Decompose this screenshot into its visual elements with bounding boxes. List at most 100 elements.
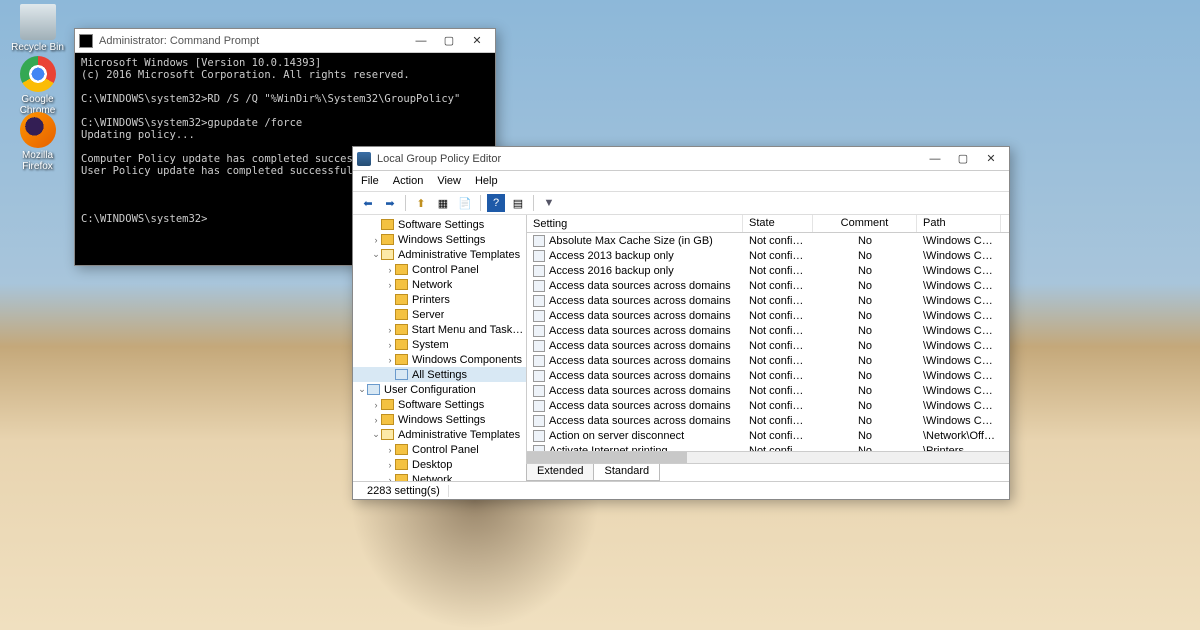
properties-button[interactable]: ▤ — [509, 194, 527, 212]
setting-state: Not configured — [743, 250, 813, 262]
maximize-button[interactable]: ▢ — [949, 149, 977, 169]
policy-icon — [533, 355, 545, 367]
list-item[interactable]: Access data sources across domainsNot co… — [527, 413, 1009, 428]
list-item[interactable]: Access data sources across domainsNot co… — [527, 293, 1009, 308]
expander-icon[interactable]: › — [371, 415, 381, 425]
tree-item[interactable]: ⌄Administrative Templates — [353, 427, 526, 442]
chrome-icon — [20, 56, 56, 92]
horizontal-scrollbar[interactable] — [527, 451, 1009, 463]
list-item[interactable]: Access data sources across domainsNot co… — [527, 368, 1009, 383]
list-item[interactable]: Access data sources across domainsNot co… — [527, 383, 1009, 398]
scrollbar-thumb[interactable] — [527, 452, 687, 463]
window-group-policy-editor[interactable]: Local Group Policy Editor — ▢ ✕ File Act… — [352, 146, 1010, 500]
maximize-button[interactable]: ▢ — [435, 31, 463, 51]
setting-state: Not configured — [743, 415, 813, 427]
setting-comment: No — [813, 355, 917, 367]
forward-button[interactable]: ➡ — [381, 194, 399, 212]
col-setting[interactable]: Setting — [527, 215, 743, 232]
folder-icon — [381, 399, 394, 410]
list-item[interactable]: Access data sources across domainsNot co… — [527, 308, 1009, 323]
list-item[interactable]: Activate Internet printingNot configured… — [527, 443, 1009, 451]
list-item[interactable]: Action on server disconnect Not configure… — [527, 428, 1009, 443]
titlebar[interactable]: Local Group Policy Editor — ▢ ✕ — [353, 147, 1009, 171]
menu-file[interactable]: File — [361, 175, 379, 187]
tree-item[interactable]: ›Network — [353, 472, 526, 481]
tree-item[interactable]: ›Control Panel — [353, 442, 526, 457]
menu-view[interactable]: View — [437, 175, 461, 187]
tree-item[interactable]: ›Start Menu and Taskbar — [353, 322, 526, 337]
minimize-button[interactable]: — — [921, 149, 949, 169]
tree-item[interactable]: ⌄Administrative Templates — [353, 247, 526, 262]
col-comment[interactable]: Comment — [813, 215, 917, 232]
list-item[interactable]: Access 2013 backup onlyNot configuredNo\… — [527, 248, 1009, 263]
policy-icon — [533, 280, 545, 292]
setting-path: \Windows Compo — [917, 280, 1001, 292]
list-item[interactable]: Access data sources across domainsNot co… — [527, 278, 1009, 293]
policy-icon — [533, 340, 545, 352]
list-item[interactable]: Access data sources across domainsNot co… — [527, 398, 1009, 413]
tree-item[interactable]: Software Settings — [353, 217, 526, 232]
list-item[interactable]: Absolute Max Cache Size (in GB)Not confi… — [527, 233, 1009, 248]
tree-pane[interactable]: Software Settings›Windows Settings⌄Admin… — [353, 215, 527, 481]
tab-standard[interactable]: Standard — [593, 464, 660, 481]
firefox-icon — [20, 112, 56, 148]
filter-button[interactable]: ▼ — [540, 194, 558, 212]
desktop-icon-recycle-bin[interactable]: Recycle Bin — [10, 4, 65, 53]
tree-item[interactable]: ›Windows Settings — [353, 412, 526, 427]
expander-icon[interactable]: › — [385, 325, 395, 335]
tree-item-label: User Configuration — [384, 384, 476, 396]
expander-icon[interactable]: ⌄ — [371, 429, 381, 440]
expander-icon[interactable]: ⌄ — [357, 384, 367, 395]
desktop-icon-chrome[interactable]: Google Chrome — [10, 56, 65, 116]
expander-icon[interactable]: › — [385, 355, 395, 365]
tree-item[interactable]: All Settings — [353, 367, 526, 382]
expander-icon[interactable]: › — [385, 280, 395, 290]
expander-icon[interactable]: › — [371, 400, 381, 410]
close-button[interactable]: ✕ — [463, 31, 491, 51]
list-item[interactable]: Access data sources across domainsNot co… — [527, 338, 1009, 353]
setting-state: Not configured — [743, 430, 813, 442]
export-list-button[interactable]: 📄 — [456, 194, 474, 212]
tree-item[interactable]: Printers — [353, 292, 526, 307]
expander-icon[interactable]: › — [371, 235, 381, 245]
tree-item[interactable]: ›Windows Components — [353, 352, 526, 367]
list-item[interactable]: Access 2016 backup onlyNot configuredNo\… — [527, 263, 1009, 278]
setting-path: \Windows Compo — [917, 400, 1001, 412]
list-item[interactable]: Access data sources across domainsNot co… — [527, 353, 1009, 368]
titlebar[interactable]: Administrator: Command Prompt — ▢ ✕ — [75, 29, 495, 53]
show-hide-tree-button[interactable]: ▦ — [434, 194, 452, 212]
expander-icon[interactable]: › — [385, 265, 395, 275]
col-state[interactable]: State — [743, 215, 813, 232]
desktop-icon-firefox[interactable]: Mozilla Firefox — [10, 112, 65, 172]
col-path[interactable]: Path — [917, 215, 1001, 232]
expander-icon[interactable]: › — [385, 445, 395, 455]
tree-item[interactable]: ⌄ User Configuration — [353, 382, 526, 397]
setting-state: Not configured — [743, 325, 813, 337]
tree-item[interactable]: ›Windows Settings — [353, 232, 526, 247]
column-headers: Setting State Comment Path — [527, 215, 1009, 233]
tree-item[interactable]: ›Network — [353, 277, 526, 292]
setting-name: Action on server disconnect — [549, 430, 684, 442]
tab-extended[interactable]: Extended — [526, 464, 594, 481]
tree-item[interactable]: ›Control Panel — [353, 262, 526, 277]
tree-item[interactable]: ›Desktop — [353, 457, 526, 472]
menu-help[interactable]: Help — [475, 175, 498, 187]
recycle-bin-icon — [20, 4, 56, 40]
minimize-button[interactable]: — — [407, 31, 435, 51]
close-button[interactable]: ✕ — [977, 149, 1005, 169]
tree-item[interactable]: ›Software Settings — [353, 397, 526, 412]
up-button[interactable]: ⬆ — [412, 194, 430, 212]
tree-item[interactable]: ›System — [353, 337, 526, 352]
settings-list[interactable]: Absolute Max Cache Size (in GB)Not confi… — [527, 233, 1009, 451]
menu-action[interactable]: Action — [393, 175, 424, 187]
tree-item[interactable]: Server — [353, 307, 526, 322]
window-title: Administrator: Command Prompt — [99, 35, 259, 47]
expander-icon[interactable]: ⌄ — [371, 249, 381, 260]
setting-path: \Windows Compo — [917, 295, 1001, 307]
policy-icon — [533, 310, 545, 322]
expander-icon[interactable]: › — [385, 460, 395, 470]
help-button[interactable]: ? — [487, 194, 505, 212]
list-item[interactable]: Access data sources across domainsNot co… — [527, 323, 1009, 338]
back-button[interactable]: ⬅ — [359, 194, 377, 212]
expander-icon[interactable]: › — [385, 340, 395, 350]
